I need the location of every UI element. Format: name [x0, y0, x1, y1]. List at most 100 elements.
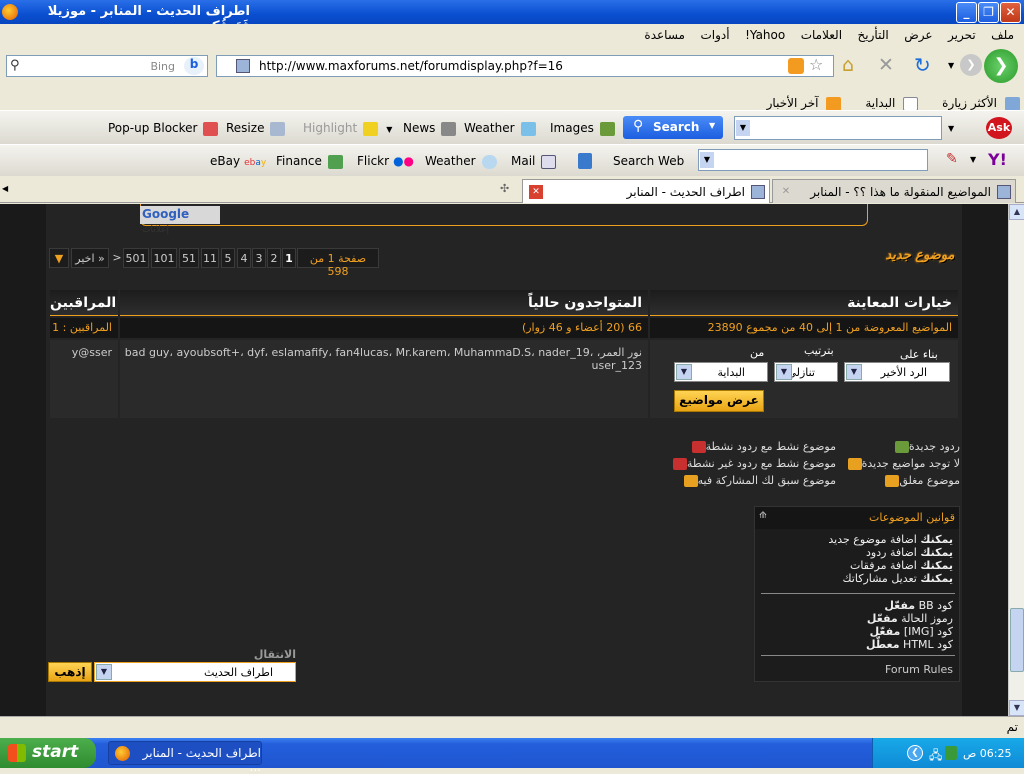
news-button[interactable]: News	[403, 121, 457, 136]
highlighter-icon	[363, 121, 379, 136]
bookmark-most-visited[interactable]: الأكثر زيارة	[926, 88, 1024, 111]
ebay-button[interactable]: eBay ebay	[210, 154, 266, 168]
show-threads-button[interactable]: عرض مواضيع	[674, 390, 764, 412]
star-icon[interactable]: ☆	[809, 55, 823, 74]
scroll-down-icon[interactable]: ▼	[1009, 700, 1024, 716]
tab-bar: ◀ ✣ اطراف الحديث - المنابر ✕ المواضيع ال…	[0, 176, 1024, 203]
back-button[interactable]: ❯	[984, 49, 1018, 83]
highlight-dropdown-icon: ▼	[386, 125, 393, 134]
popup-blocker-icon	[203, 121, 219, 136]
weather-button[interactable]: Weather	[464, 121, 536, 136]
tab-close-icon[interactable]: ✕	[529, 185, 543, 199]
collapse-icon[interactable]: ⟰	[759, 511, 767, 521]
history-dropdown-icon[interactable]: ▼	[948, 61, 954, 70]
ask-dropdown-icon[interactable]: ▼	[948, 124, 954, 133]
rss-icon[interactable]	[788, 58, 804, 74]
clock[interactable]: 06:25 ص	[963, 747, 1012, 760]
scroll-up-icon[interactable]: ▲	[1009, 204, 1024, 220]
new-tab-icon[interactable]: ✣	[500, 182, 509, 195]
yahoo-logo-icon[interactable]: Y!	[988, 150, 1007, 169]
images-button[interactable]: Images	[550, 121, 615, 136]
menu-edit[interactable]: تحرير	[942, 24, 982, 42]
page-link[interactable]: 2	[267, 248, 281, 268]
mail-button[interactable]: Mail	[511, 154, 557, 169]
yahoo-search-input[interactable]	[698, 149, 928, 171]
highlight-button[interactable]: Highlight ▼	[303, 121, 392, 136]
scroll-thumb[interactable]	[1010, 608, 1024, 672]
page-link[interactable]: 11	[201, 248, 219, 268]
home-icon[interactable]: ⌂	[842, 54, 854, 76]
stop-icon[interactable]: ✕	[878, 54, 894, 76]
finance-button[interactable]: Finance	[276, 154, 343, 169]
vertical-scrollbar[interactable]: ▲ ▼	[1008, 204, 1024, 716]
yahoo-dropdown-icon[interactable]: ▼	[970, 155, 976, 164]
reload-icon[interactable]: ↻	[914, 53, 931, 77]
search-input[interactable]: Bing	[6, 55, 208, 77]
mail-icon	[541, 154, 557, 169]
code-item[interactable]: كود BB مفعّل	[763, 599, 953, 612]
page-link[interactable]: 501	[123, 248, 149, 268]
pagination-menu-icon[interactable]: ▼	[49, 248, 69, 268]
menu-help[interactable]: مساعدة	[638, 24, 691, 42]
flickr-button[interactable]: Flickr ●●	[357, 154, 414, 168]
ask-search-input[interactable]	[734, 116, 942, 140]
menu-tools[interactable]: أدوات	[694, 24, 735, 42]
from-select[interactable]: البداية ▼	[674, 362, 768, 382]
go-button[interactable]: إذهب	[48, 662, 92, 682]
quick-jump-select[interactable]: اطراف الحديث ▼	[94, 662, 296, 682]
taskbar-firefox-window[interactable]: اطراف الحديث - المنابر ...	[108, 741, 262, 774]
tab-moved-threads[interactable]: المواضيع المنقولة ما هذا ؟؟ - المنابر ✕	[772, 179, 1016, 203]
page-link[interactable]: 51	[179, 248, 199, 268]
google-ads-label[interactable]: Google إعلانات	[140, 206, 220, 235]
bookmark-start[interactable]: البداية	[849, 88, 922, 111]
pencil-icon[interactable]: ✎	[946, 151, 958, 167]
tray-expand-icon[interactable]: ❮	[907, 745, 923, 761]
menu-file[interactable]: ملف	[985, 24, 1020, 42]
ask-search-dropdown-icon[interactable]: ▼	[736, 120, 750, 136]
menu-bookmarks[interactable]: العلامات	[795, 24, 848, 42]
yahoo-toolbar: Y! ▼ ✎ ▼ Search Web Mail Weather Flickr ●…	[0, 144, 1024, 176]
start-button[interactable]: start	[0, 738, 96, 768]
tab-current[interactable]: اطراف الحديث - المنابر ✕	[522, 179, 770, 203]
new-thread-button[interactable]: موضوع جديد	[880, 248, 960, 268]
tab-close-icon[interactable]: ✕	[779, 185, 793, 199]
maximize-button[interactable]: ❐	[978, 2, 999, 23]
forward-button[interactable]: ❯	[960, 54, 982, 76]
url-bar[interactable]: http://www.maxforums.net/forumdisplay.ph…	[216, 55, 834, 77]
page-link[interactable]: 3	[252, 248, 266, 268]
search-web-button[interactable]: Search Web	[613, 154, 684, 168]
ask-logo-icon[interactable]: Ask	[986, 117, 1012, 139]
view-info: المواضيع المعروضة من 1 إلى 40 من مجموع 2…	[650, 318, 958, 338]
page-link[interactable]: 5	[221, 248, 235, 268]
window-titlebar: اطراف الحديث - المنابر - موزيلا فَيَرفُك…	[0, 0, 1024, 34]
yahoo-search-dropdown-icon[interactable]: ▼	[700, 152, 714, 168]
minimize-button[interactable]: _	[956, 2, 977, 23]
bing-icon[interactable]: b	[184, 57, 204, 75]
hot-thread-new-icon	[691, 441, 706, 453]
ask-search-button[interactable]: ⚲ Search ▼	[623, 116, 723, 139]
yahoo-weather-button[interactable]: Weather	[425, 154, 497, 169]
sort-by-select[interactable]: الرد الأخير ▼	[844, 362, 950, 382]
forum-rules-link[interactable]: Forum Rules	[885, 663, 953, 676]
network-icon[interactable]: 🖧	[929, 746, 942, 767]
menu-view[interactable]: عرض	[898, 24, 938, 42]
resize-button[interactable]: Resize	[226, 121, 286, 136]
order-select[interactable]: تنازلي ▼	[774, 362, 838, 382]
bookmark-latest-news[interactable]: آخر الأخبار	[751, 88, 846, 111]
code-item[interactable]: رموز الحالة مفعّل	[763, 612, 953, 625]
code-item[interactable]: كود [IMG] مفعّل	[763, 625, 953, 638]
popup-blocker-button[interactable]: Pop-up Blocker	[108, 121, 219, 136]
antispy-icon[interactable]	[578, 153, 592, 169]
pagination-last[interactable]: اخير »	[71, 248, 109, 268]
close-button[interactable]: ✕	[1000, 2, 1021, 23]
pagination-next[interactable]: >	[111, 248, 123, 268]
bookmarks-toolbar: الأكثر زيارة البداية آخر الأخبار	[0, 88, 1024, 111]
menu-yahoo[interactable]: Yahoo!	[739, 24, 791, 42]
online-count: 66 (20 أعضاء و 46 زوار)	[120, 318, 648, 338]
security-icon[interactable]	[945, 746, 957, 760]
moderator-name[interactable]: y@sser	[72, 346, 112, 359]
menu-history[interactable]: التأريخ	[852, 24, 895, 42]
tab-scroll-left-icon[interactable]: ◀	[2, 184, 8, 193]
page-link[interactable]: 4	[237, 248, 251, 268]
page-link[interactable]: 101	[151, 248, 177, 268]
